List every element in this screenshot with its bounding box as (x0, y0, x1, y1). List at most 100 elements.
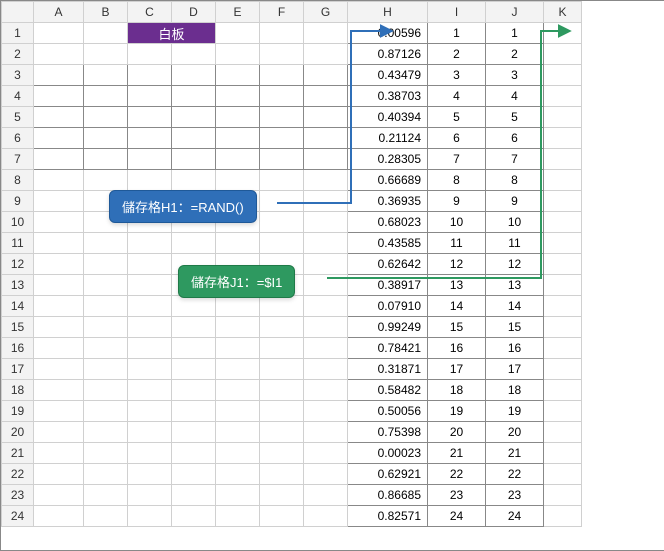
cell-E15[interactable] (216, 317, 260, 338)
cell-K1[interactable] (544, 23, 582, 44)
cell-C1[interactable]: 白板 (128, 23, 216, 44)
cell-G15[interactable] (304, 317, 348, 338)
cell-D22[interactable] (172, 464, 216, 485)
cell-J15[interactable]: 15 (486, 317, 544, 338)
cell-B8[interactable] (84, 170, 128, 191)
cell-A16[interactable] (34, 338, 84, 359)
cell-K21[interactable] (544, 443, 582, 464)
cell-I13[interactable]: 13 (428, 275, 486, 296)
cell-F20[interactable] (260, 422, 304, 443)
row-header-13[interactable]: 13 (2, 275, 34, 296)
row-header-1[interactable]: 1 (2, 23, 34, 44)
cell-H9[interactable]: 0.36935 (348, 191, 428, 212)
cell-A2[interactable] (34, 44, 84, 65)
cell-C7[interactable] (128, 149, 172, 170)
cell-H7[interactable]: 0.28305 (348, 149, 428, 170)
cell-G17[interactable] (304, 359, 348, 380)
cell-E4[interactable] (216, 86, 260, 107)
cell-A23[interactable] (34, 485, 84, 506)
cell-J13[interactable]: 13 (486, 275, 544, 296)
cell-K22[interactable] (544, 464, 582, 485)
cell-G14[interactable] (304, 296, 348, 317)
cell-I1[interactable]: 1 (428, 23, 486, 44)
cell-B19[interactable] (84, 401, 128, 422)
cell-J21[interactable]: 21 (486, 443, 544, 464)
cell-F10[interactable] (260, 212, 304, 233)
cell-J12[interactable]: 12 (486, 254, 544, 275)
cell-F9[interactable] (260, 191, 304, 212)
cell-D21[interactable] (172, 443, 216, 464)
cell-K16[interactable] (544, 338, 582, 359)
cell-J17[interactable]: 17 (486, 359, 544, 380)
cell-H3[interactable]: 0.43479 (348, 65, 428, 86)
cell-E24[interactable] (216, 506, 260, 527)
cell-I23[interactable]: 23 (428, 485, 486, 506)
cell-F11[interactable] (260, 233, 304, 254)
row-header-19[interactable]: 19 (2, 401, 34, 422)
cell-H11[interactable]: 0.43585 (348, 233, 428, 254)
cell-D23[interactable] (172, 485, 216, 506)
cell-K19[interactable] (544, 401, 582, 422)
cell-E14[interactable] (216, 296, 260, 317)
cell-D8[interactable] (172, 170, 216, 191)
row-header-24[interactable]: 24 (2, 506, 34, 527)
cell-I19[interactable]: 19 (428, 401, 486, 422)
row-header-21[interactable]: 21 (2, 443, 34, 464)
row-header-5[interactable]: 5 (2, 107, 34, 128)
cell-J9[interactable]: 9 (486, 191, 544, 212)
cell-F22[interactable] (260, 464, 304, 485)
cell-G7[interactable] (304, 149, 348, 170)
cell-C24[interactable] (128, 506, 172, 527)
cell-F16[interactable] (260, 338, 304, 359)
cell-H14[interactable]: 0.07910 (348, 296, 428, 317)
cell-A19[interactable] (34, 401, 84, 422)
cell-I9[interactable]: 9 (428, 191, 486, 212)
cell-I16[interactable]: 16 (428, 338, 486, 359)
cell-F3[interactable] (260, 65, 304, 86)
cell-I5[interactable]: 5 (428, 107, 486, 128)
cell-H16[interactable]: 0.78421 (348, 338, 428, 359)
cell-H12[interactable]: 0.62642 (348, 254, 428, 275)
cell-K9[interactable] (544, 191, 582, 212)
cell-A1[interactable] (34, 23, 84, 44)
cell-G16[interactable] (304, 338, 348, 359)
cell-B1[interactable] (84, 23, 128, 44)
cell-F23[interactable] (260, 485, 304, 506)
cell-B24[interactable] (84, 506, 128, 527)
cell-I7[interactable]: 7 (428, 149, 486, 170)
cell-H15[interactable]: 0.99249 (348, 317, 428, 338)
cell-C3[interactable] (128, 65, 172, 86)
cell-K15[interactable] (544, 317, 582, 338)
cell-G20[interactable] (304, 422, 348, 443)
col-header-H[interactable]: H (348, 2, 428, 23)
cell-A15[interactable] (34, 317, 84, 338)
cell-D19[interactable] (172, 401, 216, 422)
row-header-17[interactable]: 17 (2, 359, 34, 380)
cell-C13[interactable] (128, 275, 172, 296)
cell-J8[interactable]: 8 (486, 170, 544, 191)
cell-H18[interactable]: 0.58482 (348, 380, 428, 401)
cell-D16[interactable] (172, 338, 216, 359)
cell-J5[interactable]: 5 (486, 107, 544, 128)
cell-A24[interactable] (34, 506, 84, 527)
cell-A20[interactable] (34, 422, 84, 443)
cell-J2[interactable]: 2 (486, 44, 544, 65)
cell-G13[interactable] (304, 275, 348, 296)
cell-D14[interactable] (172, 296, 216, 317)
cell-I4[interactable]: 4 (428, 86, 486, 107)
cell-A11[interactable] (34, 233, 84, 254)
cell-H13[interactable]: 0.38917 (348, 275, 428, 296)
cell-H21[interactable]: 0.00023 (348, 443, 428, 464)
cell-K2[interactable] (544, 44, 582, 65)
cell-C5[interactable] (128, 107, 172, 128)
cell-C4[interactable] (128, 86, 172, 107)
cell-D17[interactable] (172, 359, 216, 380)
cell-D18[interactable] (172, 380, 216, 401)
row-header-10[interactable]: 10 (2, 212, 34, 233)
cell-H19[interactable]: 0.50056 (348, 401, 428, 422)
cell-J14[interactable]: 14 (486, 296, 544, 317)
cell-G18[interactable] (304, 380, 348, 401)
cell-K5[interactable] (544, 107, 582, 128)
row-header-2[interactable]: 2 (2, 44, 34, 65)
cell-H23[interactable]: 0.86685 (348, 485, 428, 506)
